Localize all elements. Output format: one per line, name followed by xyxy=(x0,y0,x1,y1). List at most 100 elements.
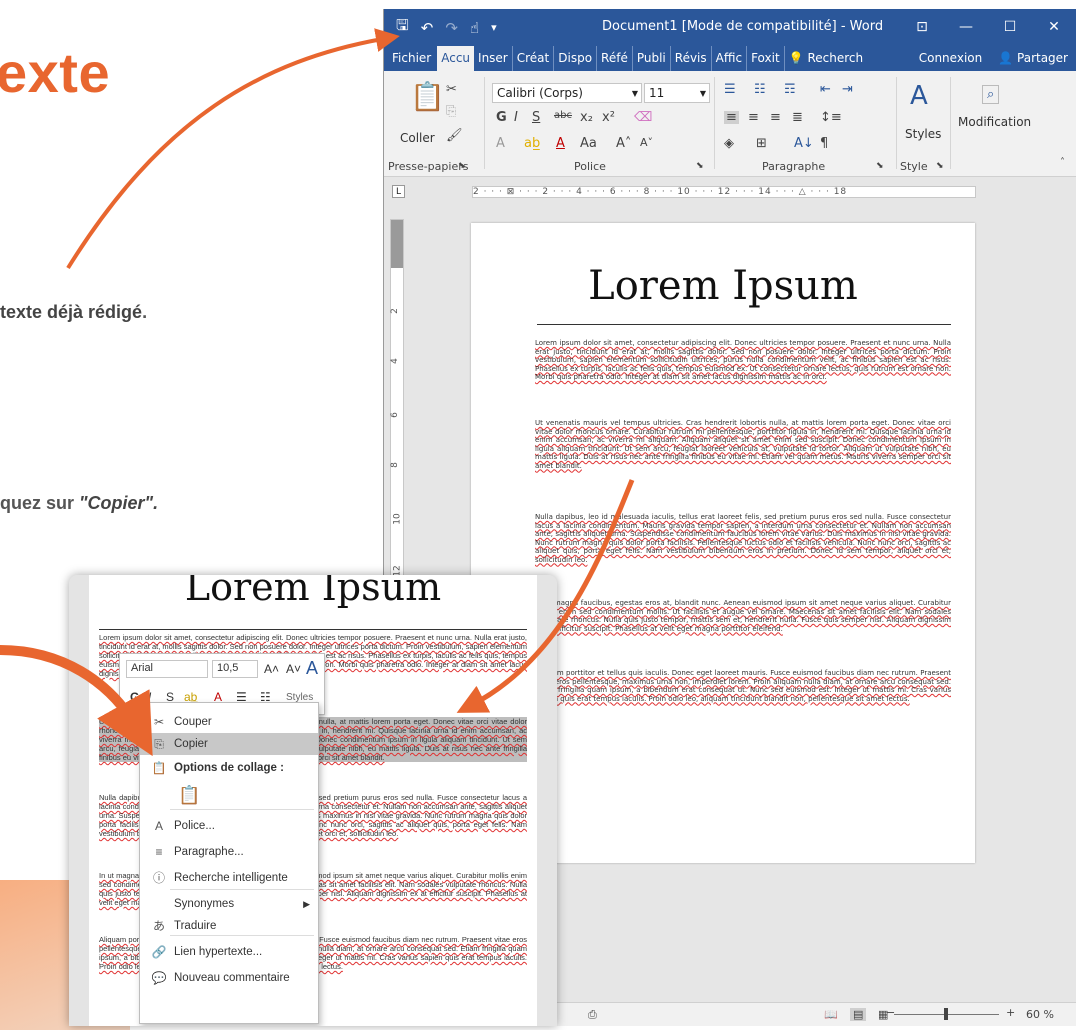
grow-font-icon[interactable]: A˄ xyxy=(616,137,631,150)
context-menu-item[interactable]: 📋 Options de collage : xyxy=(140,757,318,779)
context-menu-item[interactable]: ≡ Paragraphe... xyxy=(140,841,318,863)
bold-icon[interactable]: G xyxy=(130,690,139,704)
ribbon-tabs: Fichier Accu Inser Créat Dispo Réfé Publ… xyxy=(384,46,1076,71)
ribbon-home: 📋 Coller ✂ ⎘ 🖌 Presse-papiers ⬊ Calibri … xyxy=(384,71,1076,177)
ruler-number: 8 xyxy=(389,462,400,468)
connexion-link[interactable]: Connexion xyxy=(911,46,991,71)
context-menu-item[interactable]: ⎘ Copier xyxy=(140,733,318,755)
maximize-icon[interactable]: ☐ xyxy=(988,9,1032,46)
font-launcher-icon[interactable]: ⬊ xyxy=(696,162,704,171)
ruler-scale[interactable]: 2 · · · ⊠ · · · 2 · · · 4 · · · 6 · · · … xyxy=(472,186,976,198)
bullets-icon[interactable]: ☰ xyxy=(724,83,736,96)
context-menu-item[interactable]: ⓘ Recherche intelligente xyxy=(140,867,318,889)
tab-foxit[interactable]: Foxit xyxy=(747,46,785,71)
context-menu-label: Synonymes xyxy=(174,898,235,910)
context-menu-label: Nouveau commentaire xyxy=(174,972,290,984)
align-right-icon[interactable]: ≡ xyxy=(770,111,781,124)
underline-icon[interactable]: S xyxy=(532,111,540,124)
context-menu-item[interactable]: ✂ Couper xyxy=(140,711,318,733)
group-label-style: Style xyxy=(900,160,928,173)
tab-affichage[interactable]: Affic xyxy=(712,46,748,71)
touch-mode-icon[interactable]: ☝ xyxy=(470,19,479,37)
font-color-icon[interactable]: A xyxy=(556,137,565,150)
tab-creation[interactable]: Créat xyxy=(513,46,555,71)
clear-format-icon[interactable]: ⌫ xyxy=(634,111,652,124)
find-icon[interactable]: ⌕ xyxy=(982,85,1000,104)
tab-fichier[interactable]: Fichier xyxy=(388,46,437,71)
context-menu-item[interactable]: あ Traduire xyxy=(140,915,318,937)
tab-insertion[interactable]: Inser xyxy=(474,46,513,71)
subscript-icon[interactable]: x₂ xyxy=(580,111,593,124)
context-menu-item[interactable]: Synonymes ▶ xyxy=(140,893,318,915)
print-layout-icon[interactable]: ▤ xyxy=(850,1008,867,1021)
save-icon[interactable]: 🖫 xyxy=(396,15,409,40)
accessibility-icon[interactable]: ⎙ xyxy=(588,1008,597,1022)
align-left-icon[interactable]: ≡ xyxy=(724,111,739,124)
styles-icon[interactable]: A xyxy=(910,83,928,109)
tell-me-box[interactable]: 💡 Recherch xyxy=(785,46,867,71)
cut-icon[interactable]: ✂ xyxy=(446,83,457,96)
paste-button[interactable]: Coller xyxy=(400,131,435,145)
read-mode-icon[interactable]: 📖 xyxy=(824,1008,838,1021)
shading-icon[interactable]: ◈ xyxy=(724,137,734,150)
context-menu-item[interactable]: 💬 Nouveau commentaire xyxy=(140,967,318,989)
shrink-font-icon[interactable]: A˅ xyxy=(640,137,653,148)
multilevel-list-icon[interactable]: ☶ xyxy=(784,83,796,96)
tab-revision[interactable]: Révis xyxy=(671,46,712,71)
tutorial-step-line-2: quez sur "Copier". xyxy=(0,493,158,514)
sort-icon[interactable]: A↓ xyxy=(794,137,814,150)
context-menu-item[interactable]: 📋 xyxy=(140,781,318,809)
italic-icon[interactable]: I xyxy=(514,111,518,124)
borders-icon[interactable]: ⊞ xyxy=(756,137,767,150)
strikethrough-icon[interactable]: abc xyxy=(554,111,572,121)
context-menu-item[interactable]: 🔗 Lien hypertexte... xyxy=(140,941,318,963)
minimize-icon[interactable]: — xyxy=(944,9,988,46)
mini-font-select[interactable]: Arial xyxy=(126,660,208,678)
paste-icon[interactable]: 📋 xyxy=(410,83,445,111)
undo-icon[interactable]: ↶ xyxy=(421,19,434,37)
styles-icon[interactable]: A xyxy=(306,658,318,679)
ribbon-display-icon[interactable]: ⊡ xyxy=(900,9,944,46)
tab-references[interactable]: Réfé xyxy=(597,46,633,71)
mini-size-select[interactable]: 10,5 xyxy=(212,660,258,678)
zoom-out-icon[interactable]: − xyxy=(886,1006,895,1019)
zoom-slider-thumb[interactable] xyxy=(944,1008,948,1020)
show-marks-icon[interactable]: ¶ xyxy=(820,137,828,150)
customize-qat-icon[interactable]: ▾ xyxy=(491,21,497,34)
change-case-icon[interactable]: Aa xyxy=(580,137,597,150)
text-effects-icon[interactable]: A xyxy=(496,137,505,150)
increase-indent-icon[interactable]: ⇥ xyxy=(842,83,853,96)
zoom-level[interactable]: 60 % xyxy=(1026,1008,1054,1021)
highlight-icon[interactable]: ab̲ xyxy=(524,137,540,150)
superscript-icon[interactable]: x² xyxy=(602,111,615,124)
tab-selector[interactable]: L xyxy=(392,185,405,198)
grow-font-icon[interactable]: A˄ xyxy=(264,662,279,676)
format-painter-icon[interactable]: 🖌 xyxy=(446,129,463,142)
bold-icon[interactable]: G xyxy=(496,111,507,124)
style-launcher-icon[interactable]: ⬊ xyxy=(936,162,944,171)
paragraph-launcher-icon[interactable]: ⬊ xyxy=(876,162,884,171)
vertical-ruler[interactable]: 2 4 6 8 10 12 xyxy=(390,219,404,599)
tab-accueil[interactable]: Accu xyxy=(437,46,475,71)
ruler-margin xyxy=(391,220,403,268)
justify-icon[interactable]: ≣ xyxy=(792,111,803,124)
clipboard-launcher-icon[interactable]: ⬊ xyxy=(458,162,466,171)
tab-publipostage[interactable]: Publi xyxy=(633,46,671,71)
styles-button[interactable]: Styles xyxy=(905,127,941,141)
decrease-indent-icon[interactable]: ⇤ xyxy=(820,83,831,96)
font-size-select[interactable]: 11 ▼ xyxy=(644,83,710,103)
numbering-icon[interactable]: ☷ xyxy=(754,83,766,96)
close-icon[interactable]: ✕ xyxy=(1032,9,1076,46)
align-center-icon[interactable]: ≡ xyxy=(748,111,759,124)
zoom-in-icon[interactable]: + xyxy=(1006,1006,1015,1019)
font-name-select[interactable]: Calibri (Corps) ▼ xyxy=(492,83,642,103)
shrink-font-icon[interactable]: A˅ xyxy=(286,662,301,676)
modification-button[interactable]: Modification xyxy=(958,115,1031,129)
collapse-ribbon-icon[interactable]: ˄ xyxy=(1060,158,1065,168)
line-spacing-icon[interactable]: ↕≡ xyxy=(820,111,842,124)
share-button[interactable]: 👤 Partager xyxy=(990,46,1076,71)
context-menu-item[interactable]: A Police... xyxy=(140,815,318,837)
redo-icon[interactable]: ↷ xyxy=(445,19,458,37)
tab-disposition[interactable]: Dispo xyxy=(554,46,598,71)
copy-icon[interactable]: ⎘ xyxy=(446,105,456,118)
